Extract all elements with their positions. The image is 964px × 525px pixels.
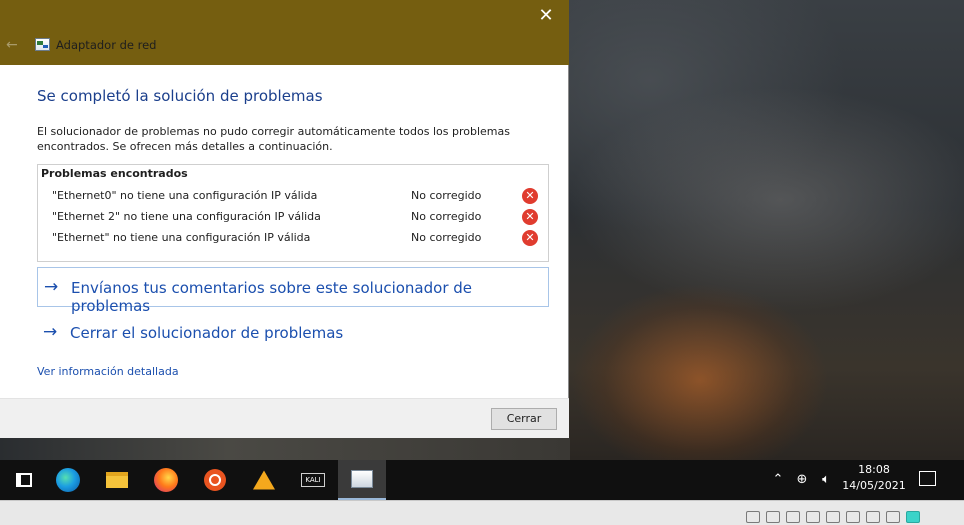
- send-feedback-link[interactable]: → Envíanos tus comentarios sobre este so…: [37, 267, 549, 315]
- problem-description: "Ethernet0" no tiene una configuración I…: [52, 189, 318, 202]
- vm-status-icons: [746, 506, 940, 523]
- problem-row: "Ethernet0" no tiene una configuración I…: [38, 186, 548, 206]
- close-window-button[interactable]: ✕: [523, 0, 569, 32]
- network-adapter-icon: [35, 38, 50, 51]
- taskbar-firefox[interactable]: [142, 460, 190, 500]
- ubuntu-icon: [204, 469, 226, 491]
- problem-status: No corregido: [411, 231, 482, 244]
- page-heading: Se completó la solución de problemas: [37, 87, 323, 105]
- problem-row: "Ethernet 2" no tiene una configuración …: [38, 207, 548, 227]
- taskbar-edge[interactable]: [44, 460, 92, 500]
- edge-icon: [56, 468, 80, 492]
- clock-date: 14/05/2021: [842, 479, 906, 492]
- network-icon[interactable]: [786, 510, 800, 523]
- error-icon: ✕: [522, 209, 538, 225]
- problem-status: No corregido: [411, 210, 482, 223]
- system-clock[interactable]: 18:08 14/05/2021: [840, 462, 908, 494]
- taskbar-aimp[interactable]: [240, 460, 288, 500]
- arrow-right-icon: →: [43, 322, 58, 342]
- taskbar-network-adapter[interactable]: [338, 460, 386, 500]
- send-feedback-label: Envíanos tus comentarios sobre este solu…: [71, 279, 473, 315]
- notification-center-icon[interactable]: [919, 471, 936, 486]
- detailed-info-link[interactable]: Ver información detallada: [37, 365, 179, 378]
- dialog-footer: Cerrar: [0, 398, 569, 438]
- problem-row: "Ethernet" no tiene una configuración IP…: [38, 228, 548, 248]
- problem-description: "Ethernet" no tiene una configuración IP…: [52, 231, 311, 244]
- desktop-wallpaper-strip: [0, 438, 570, 460]
- taskbar: KALI ⌃ ⊕ 🔈︎ 18:08 14/05/2021: [0, 460, 964, 500]
- troubleshooter-window: ✕ ← Adaptador de red Se completó la solu…: [0, 0, 569, 438]
- printer-icon[interactable]: [826, 510, 840, 523]
- arrow-right-icon: →: [44, 277, 59, 297]
- vm-status-bar: [0, 500, 964, 525]
- problem-status: No corregido: [411, 189, 482, 202]
- optical-drive-icon[interactable]: [766, 510, 780, 523]
- kali-icon: KALI: [301, 473, 325, 487]
- network-adapter-icon: [351, 470, 373, 488]
- device-icon[interactable]: [886, 510, 900, 523]
- taskbar-kali[interactable]: KALI: [289, 460, 337, 500]
- problems-found-box: Problemas encontrados "Ethernet0" no tie…: [37, 164, 549, 262]
- globe-network-icon[interactable]: ⊕: [792, 460, 812, 500]
- error-icon: ✕: [522, 230, 538, 246]
- page-description: El solucionador de problemas no pudo cor…: [37, 125, 510, 153]
- taskbar-task-view[interactable]: [0, 460, 48, 500]
- sound-icon[interactable]: [846, 510, 860, 523]
- taskbar-file-explorer[interactable]: [93, 460, 141, 500]
- file-explorer-icon: [106, 472, 128, 488]
- close-button[interactable]: Cerrar: [491, 408, 557, 430]
- hard-disk-icon[interactable]: [746, 510, 760, 523]
- task-view-icon: [16, 473, 32, 487]
- close-troubleshooter-link[interactable]: → Cerrar el solucionador de problemas: [37, 313, 549, 353]
- problems-header: Problemas encontrados: [41, 167, 188, 180]
- error-icon: ✕: [522, 188, 538, 204]
- usb-icon[interactable]: [806, 510, 820, 523]
- chevron-up-icon[interactable]: ⌃: [770, 460, 786, 500]
- speaker-icon[interactable]: 🔈︎: [816, 460, 836, 500]
- taskbar-ubuntu[interactable]: [191, 460, 239, 500]
- close-troubleshooter-label: Cerrar el solucionador de problemas: [70, 324, 344, 342]
- back-arrow-icon[interactable]: ←: [6, 36, 22, 54]
- aimp-icon: [253, 470, 275, 490]
- window-title: Adaptador de red: [56, 38, 157, 52]
- display-icon[interactable]: [866, 510, 880, 523]
- firefox-icon: [154, 468, 178, 492]
- message-icon[interactable]: [906, 510, 920, 523]
- clock-time: 18:08: [858, 463, 890, 476]
- title-bar: ✕ ← Adaptador de red: [0, 0, 569, 65]
- problem-description: "Ethernet 2" no tiene una configuración …: [52, 210, 321, 223]
